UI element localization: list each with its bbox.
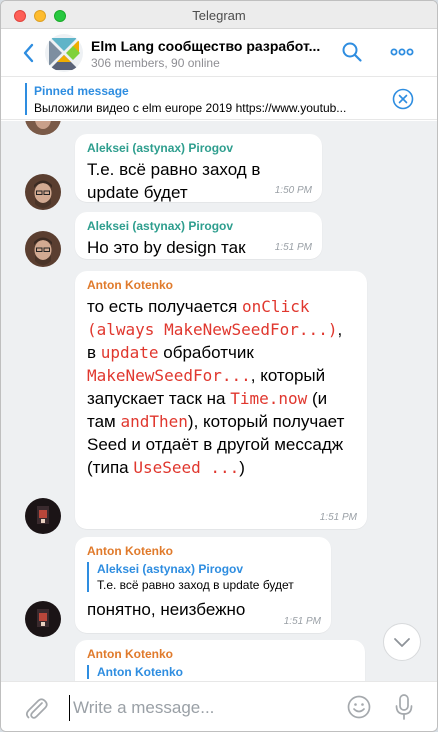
inline-code: andThen bbox=[120, 412, 188, 431]
reply-preview[interactable]: Aleksei (astynax) Pirogov Т.е. всё равно… bbox=[87, 562, 319, 592]
message-sender[interactable]: Aleksei (astynax) Pirogov bbox=[87, 219, 310, 233]
pinned-close-button[interactable] bbox=[392, 88, 414, 110]
title-bar: Telegram bbox=[1, 1, 437, 29]
emoji-icon bbox=[347, 695, 371, 719]
window-title: Telegram bbox=[192, 8, 246, 23]
pinned-title: Pinned message bbox=[34, 84, 129, 98]
avatar[interactable] bbox=[25, 121, 61, 135]
voice-message-button[interactable] bbox=[393, 692, 415, 722]
message-text: то есть получается onClick (always MakeN… bbox=[87, 295, 355, 479]
message-text: Т.е. всё равно заход в update будет bbox=[87, 160, 261, 202]
message-bubble[interactable]: Anton Kotenko то есть получается onClick… bbox=[75, 271, 367, 529]
chat-header: Elm Lang сообщество разработ... 306 memb… bbox=[1, 29, 437, 77]
message-bubble[interactable]: Anton Kotenko Anton Kotenko bbox=[75, 640, 365, 681]
chevron-down-icon bbox=[394, 638, 410, 647]
avatar[interactable] bbox=[25, 174, 61, 210]
search-icon bbox=[342, 42, 362, 62]
reply-author: Aleksei (astynax) Pirogov bbox=[97, 562, 244, 576]
close-icon bbox=[392, 88, 414, 110]
message-time: 1:51 PM bbox=[283, 616, 321, 627]
message-time: 1:51 PM bbox=[319, 512, 357, 523]
text-run: то есть получается bbox=[87, 297, 243, 316]
message-bubble[interactable]: Aleksei (astynax) Pirogov Т.е. всё равно… bbox=[75, 134, 322, 202]
message-sender[interactable]: Aleksei (astynax) Pirogov bbox=[87, 141, 310, 155]
inline-code: update bbox=[100, 343, 159, 362]
avatar[interactable] bbox=[25, 498, 61, 534]
pinned-accent-bar bbox=[25, 83, 27, 115]
scroll-to-bottom-button[interactable] bbox=[383, 623, 421, 661]
paperclip-icon bbox=[26, 698, 48, 719]
emoji-button[interactable] bbox=[346, 694, 372, 720]
message-composer bbox=[1, 681, 437, 731]
search-button[interactable] bbox=[341, 41, 363, 63]
back-button[interactable] bbox=[21, 41, 37, 65]
reply-preview[interactable]: Anton Kotenko bbox=[87, 665, 353, 679]
reply-author: Anton Kotenko bbox=[97, 665, 183, 679]
message-input[interactable] bbox=[69, 695, 329, 721]
inline-code: Time.now bbox=[230, 389, 308, 408]
microphone-icon bbox=[395, 694, 413, 720]
inline-code: MakeNewSeedFor... bbox=[87, 366, 251, 385]
message-sender[interactable]: Anton Kotenko bbox=[87, 544, 319, 558]
telegram-window: Telegram Elm Lang сообщество разработ...… bbox=[0, 0, 438, 732]
text-run: обработчик bbox=[158, 343, 254, 362]
group-avatar[interactable] bbox=[45, 34, 83, 72]
message-time: 1:50 PM bbox=[274, 185, 312, 196]
attach-button[interactable] bbox=[23, 694, 49, 722]
chat-title[interactable]: Elm Lang сообщество разработ... bbox=[91, 38, 320, 54]
message-time: 1:51 PM bbox=[274, 242, 312, 253]
message-bubble[interactable]: Aleksei (astynax) Pirogov Но это by desi… bbox=[75, 212, 322, 259]
chat-member-count: 306 members, 90 online bbox=[91, 56, 220, 70]
pinned-message[interactable]: Pinned message Выложили видео с elm euro… bbox=[1, 78, 437, 120]
pinned-text: Выложили видео с elm europe 2019 https:/… bbox=[34, 101, 347, 115]
message-list[interactable]: Aleksei (astynax) Pirogov Т.е. всё равно… bbox=[1, 121, 437, 681]
message-sender[interactable]: Anton Kotenko bbox=[87, 647, 353, 661]
avatar[interactable] bbox=[25, 231, 61, 267]
avatar[interactable] bbox=[25, 601, 61, 637]
message-bubble[interactable]: Anton Kotenko Aleksei (astynax) Pirogov … bbox=[75, 537, 331, 633]
reply-text: Т.е. всё равно заход в update будет bbox=[97, 578, 294, 592]
inline-code: UseSeed ... bbox=[133, 458, 240, 477]
back-icon bbox=[23, 43, 34, 63]
message-sender[interactable]: Anton Kotenko bbox=[87, 278, 355, 292]
more-icon bbox=[390, 48, 414, 56]
more-button[interactable] bbox=[390, 42, 414, 62]
text-run: ) bbox=[239, 458, 245, 477]
